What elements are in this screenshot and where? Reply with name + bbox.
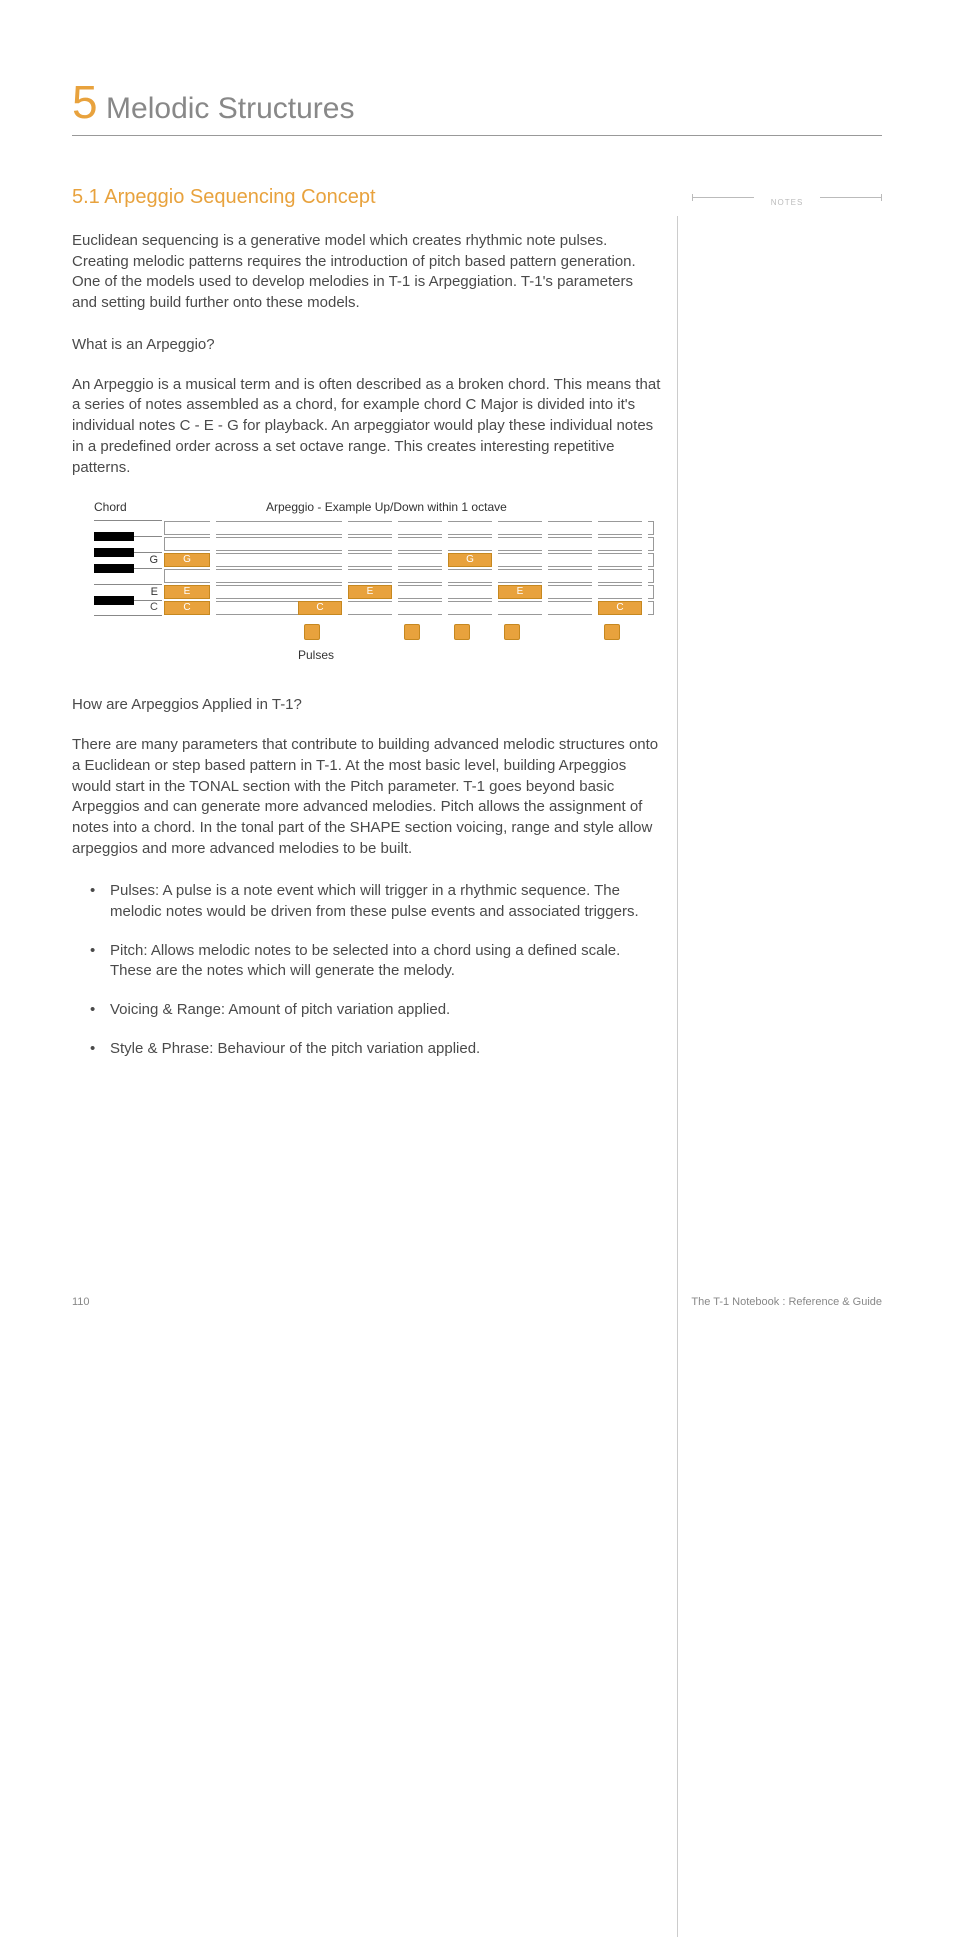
notes-header: NOTES xyxy=(692,192,882,210)
pulses-label: Pulses xyxy=(298,648,654,662)
sequence-area: G E C C E G E C xyxy=(164,520,654,616)
chapter-title: Melodic Structures xyxy=(106,92,354,125)
pulse-marker xyxy=(404,624,420,640)
pulse-marker xyxy=(604,624,620,640)
chapter-number: 5 xyxy=(72,76,98,128)
chord-note-c: C xyxy=(164,601,210,615)
piano-keys: G E C xyxy=(94,520,162,616)
section-title: 5.1 Arpeggio Sequencing Concept xyxy=(72,186,662,209)
chord-note-e: E xyxy=(164,585,210,599)
page-footer: 110 The T-1 Notebook : Reference & Guide xyxy=(72,1296,882,1308)
main-column: 5.1 Arpeggio Sequencing Concept Euclidea… xyxy=(72,186,662,1077)
list-item: Style & Phrase: Behaviour of the pitch v… xyxy=(110,1039,662,1060)
list-item: Voicing & Range: Amount of pitch variati… xyxy=(110,1000,662,1021)
pulse-marker xyxy=(504,624,520,640)
seq-note: C xyxy=(598,601,642,615)
notes-header-text: NOTES xyxy=(767,198,808,207)
chapter-header: 5 Melodic Structures xyxy=(72,75,882,136)
subheading-arpeggio: What is an Arpeggio? xyxy=(72,336,662,353)
intro-paragraph: Euclidean sequencing is a generative mod… xyxy=(72,231,662,314)
seq-note: G xyxy=(448,553,492,567)
arpeggio-label: Arpeggio - Example Up/Down within 1 octa… xyxy=(266,500,507,514)
bullet-list: Pulses: A pulse is a note event which wi… xyxy=(72,881,662,1059)
list-item: Pitch: Allows melodic notes to be select… xyxy=(110,941,662,982)
arpeggio-definition: An Arpeggio is a musical term and is oft… xyxy=(72,375,662,478)
notes-divider xyxy=(677,216,678,1937)
subheading-applied: How are Arpeggios Applied in T-1? xyxy=(72,696,662,713)
pulse-marker xyxy=(454,624,470,640)
note-c-label: C xyxy=(150,601,158,613)
applied-paragraph: There are many parameters that contribut… xyxy=(72,735,662,859)
pulse-row xyxy=(164,624,654,644)
seq-note: C xyxy=(298,601,342,615)
notes-column: NOTES xyxy=(692,186,882,1077)
note-e-label: E xyxy=(151,586,158,598)
pulse-marker xyxy=(304,624,320,640)
seq-note: E xyxy=(348,585,392,599)
book-title: The T-1 Notebook : Reference & Guide xyxy=(691,1296,882,1308)
note-g-label: G xyxy=(149,554,158,566)
list-item: Pulses: A pulse is a note event which wi… xyxy=(110,881,662,922)
arpeggio-diagram: Chord Arpeggio - Example Up/Down within … xyxy=(94,500,654,662)
page-number: 110 xyxy=(72,1296,90,1308)
chord-note-g: G xyxy=(164,553,210,567)
seq-note: E xyxy=(498,585,542,599)
chord-label: Chord xyxy=(94,500,186,514)
